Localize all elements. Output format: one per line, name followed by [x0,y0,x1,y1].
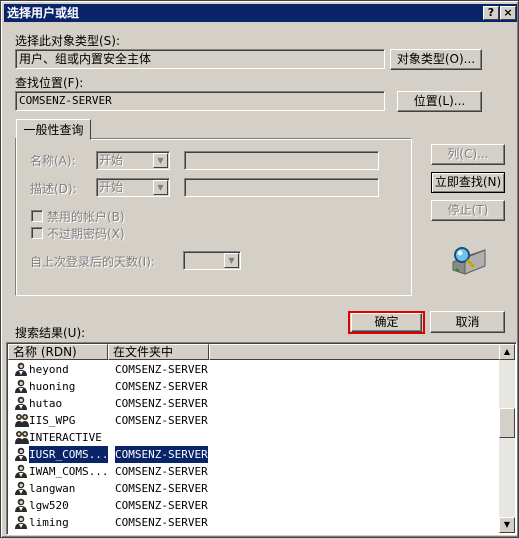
name-label: 名称(A): [30,154,76,168]
table-row[interactable]: huoning COMSENZ-SERVER [9,378,499,395]
ok-button[interactable]: 确定 [351,313,422,332]
row-name: IUSR_COMS... [29,446,109,463]
cancel-button[interactable]: 取消 [430,311,505,333]
user-icon [14,447,28,462]
days-since-login-select[interactable]: ▼ [183,251,241,270]
group-icon [14,430,29,445]
column-header-filler [209,344,501,360]
description-mode-value: 开始 [99,180,124,194]
description-label: 描述(D): [30,182,77,196]
tab-common-queries[interactable]: 一般性查询 [16,119,91,140]
disabled-accounts-checkbox[interactable] [31,210,43,222]
table-row[interactable]: liming COMSENZ-SERVER [9,514,499,531]
group-icon [14,413,29,428]
object-types-button[interactable]: 对象类型(O)... [390,49,482,70]
row-name: INTERACTIVE [29,431,102,444]
locations-button[interactable]: 位置(L)... [397,91,482,112]
row-folder: COMSENZ-SERVER [115,446,208,463]
close-glyph: × [503,6,513,19]
location-label: 查找位置(F): [15,76,84,90]
user-icon [14,396,28,411]
non-expiring-label: 不过期密码(X) [47,227,125,241]
row-folder: COMSENZ-SERVER [115,516,208,529]
columns-button[interactable]: 列(C)... [431,144,505,165]
row-folder: COMSENZ-SERVER [115,380,208,393]
user-icon [14,498,28,513]
table-row[interactable]: IUSR_COMS... COMSENZ-SERVER [9,446,499,463]
search-results-list[interactable]: 名称 (RDN) 在文件夹中 heyond COMSENZ-SERVER huoni… [6,342,517,535]
user-icon [14,481,28,496]
search-directory-icon [451,244,487,278]
name-input[interactable] [184,151,379,170]
scroll-down-button[interactable]: ▼ [499,517,515,533]
select-users-dialog: 选择用户或组 ? × 选择此对象类型(S): 用户、组或内置安全主体 对象类型(… [0,0,519,538]
row-name: huoning [29,380,76,393]
location-field: COMSENZ-SERVER [15,91,385,111]
disabled-accounts-label: 禁用的帐户(B) [47,210,125,224]
row-name: liming [29,516,69,529]
description-input[interactable] [184,178,379,197]
vertical-scrollbar[interactable]: ▲ ▼ [499,344,515,533]
row-folder: COMSENZ-SERVER [115,482,208,495]
table-row[interactable]: IWAM_COMS... COMSENZ-SERVER [9,463,499,480]
user-icon [14,379,28,394]
description-mode-select[interactable]: 开始 ▼ [96,178,170,197]
help-glyph: ? [487,6,495,19]
row-name: langwan [29,482,76,495]
user-icon [14,464,28,479]
table-row[interactable]: lgw520 COMSENZ-SERVER [9,497,499,514]
name-mode-value: 开始 [99,153,124,167]
help-button[interactable]: ? [483,6,499,20]
object-type-field: 用户、组或内置安全主体 [15,49,385,69]
row-name: heyond [29,363,69,376]
object-type-label: 选择此对象类型(S): [15,34,121,48]
user-icon [14,362,28,377]
chevron-down-icon: ▼ [224,253,239,268]
stop-button[interactable]: 停止(T) [431,200,505,221]
days-since-login-label: 自上次登录后的天数(I): [30,255,155,269]
table-row[interactable]: INTERACTIVE [9,429,499,446]
user-icon [14,515,28,530]
row-folder: COMSENZ-SERVER [115,499,208,512]
row-name: lgw520 [29,499,69,512]
name-mode-select[interactable]: 开始 ▼ [96,151,170,170]
row-name: IWAM_COMS... [29,465,109,478]
row-name: IIS_WPG [29,414,76,427]
row-folder: COMSENZ-SERVER [115,397,208,410]
table-row[interactable]: langwan COMSENZ-SERVER [9,480,499,497]
title-bar[interactable]: 选择用户或组 ? × [4,4,517,22]
table-row[interactable]: IIS_WPG COMSENZ-SERVER [9,412,499,429]
scroll-thumb[interactable] [499,408,515,438]
search-results-label: 搜索结果(U): [15,326,86,340]
scroll-up-button[interactable]: ▲ [499,344,515,360]
row-folder: COMSENZ-SERVER [115,414,208,427]
table-row[interactable]: heyond COMSENZ-SERVER [9,361,499,378]
window-title: 选择用户或组 [7,6,80,20]
row-folder: COMSENZ-SERVER [115,465,208,478]
column-header-folder[interactable]: 在文件夹中 [108,344,209,360]
column-header-name[interactable]: 名称 (RDN) [8,344,108,360]
find-now-button[interactable]: 立即查找(N) [431,172,505,193]
chevron-down-icon: ▼ [153,153,168,168]
table-row[interactable]: hutao COMSENZ-SERVER [9,395,499,412]
close-button[interactable]: × [500,6,516,20]
row-folder: COMSENZ-SERVER [115,363,208,376]
row-name: hutao [29,397,63,410]
non-expiring-checkbox[interactable] [31,227,43,239]
chevron-down-icon: ▼ [153,180,168,195]
